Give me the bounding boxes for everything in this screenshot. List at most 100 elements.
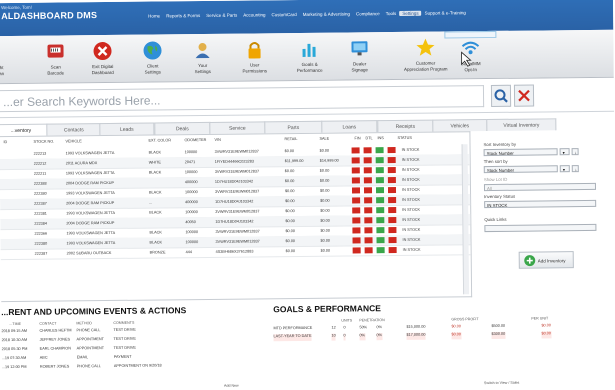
stock-status: IN STOCK (402, 178, 420, 182)
toolbar-button-monitor[interactable]: Dealer Signage (333, 32, 385, 80)
ext-color: BLACK (149, 170, 161, 174)
goals-cell: $0.00 (541, 331, 551, 338)
goals-cell: LAST-YEAR TO DATE (274, 334, 312, 341)
then-direction-select[interactable]: ▾ (560, 165, 570, 172)
column-header: VEHICLE (65, 139, 81, 143)
nav-item-settings[interactable]: Settings (399, 11, 421, 16)
toolbar-button-lock[interactable]: User Permissions (228, 33, 280, 81)
toolbar-button-partial[interactable]: ...ht ...an (0, 36, 19, 83)
tab-virtual-inventory[interactable]: Virtual Inventory (486, 118, 556, 131)
dtl-status (364, 187, 372, 193)
odometer: 100000 (186, 240, 199, 244)
dtl-status (364, 217, 372, 223)
goals-cell: $15,000.00 (406, 325, 425, 332)
toolbar-button-globe[interactable]: Client Settings (126, 34, 178, 82)
ins-status (376, 187, 384, 193)
lot-label: Show Lot ID (484, 177, 507, 182)
quick-links-select[interactable] (484, 224, 596, 232)
event-cell: 2018 10:30 AM (2, 338, 28, 345)
stock-number: 222381 (34, 212, 47, 216)
status-flag (388, 177, 396, 183)
event-cell: 2018 05:30 PM (2, 347, 28, 354)
status-select[interactable]: IN STOCK (484, 200, 596, 208)
stock-number: 222211 (34, 172, 46, 176)
events-column-header: METHOD (76, 321, 92, 325)
search-input[interactable]: ...er Search Keywords Here... (0, 85, 484, 112)
partial-icon (0, 42, 10, 62)
event-cell: APPOINTMENT (77, 337, 105, 344)
tab-leads[interactable]: Leads (99, 123, 154, 136)
stock-status: IN STOCK (402, 188, 420, 192)
exit-icon (92, 41, 112, 61)
nav-item-reports-forms[interactable]: Reports & Forms (163, 13, 203, 18)
nav-item-support-e-training[interactable]: Support & e-Training (422, 10, 469, 15)
tab-contacts[interactable]: Contacts (46, 123, 101, 136)
tab-parts[interactable]: Parts (264, 121, 322, 134)
events-column-header: CONTACT (39, 322, 56, 326)
nav-item-tools[interactable]: Tools (383, 11, 400, 16)
status-flag (388, 237, 396, 243)
nav-item-compliance[interactable]: Compliance (353, 11, 383, 16)
search-button[interactable] (491, 85, 511, 107)
status-flag (388, 207, 396, 213)
column-header: INS (377, 136, 383, 140)
toolbar-button-label: Goals & Performance (284, 62, 336, 74)
nav-item-accounting[interactable]: Accounting (240, 12, 268, 17)
nav-item-customcard[interactable]: CustomCard (268, 12, 299, 17)
tab-deals[interactable]: Deals (154, 122, 210, 135)
retail-price: $0.00 (285, 199, 295, 203)
vin: 3VWRV31E9EWM012837 (215, 169, 259, 173)
toolbar-button-label: Exit Digital Dashboard (77, 64, 129, 76)
toolbar-button-user-settings[interactable]: Your Settings (176, 34, 228, 82)
then-sort-select[interactable]: Stock Number (484, 165, 558, 173)
toolbar-button-barcode-scanner[interactable]: Scan Barcode (29, 35, 81, 83)
fin-status (352, 187, 360, 193)
then-direction-button[interactable]: ↓ (572, 165, 579, 172)
toolbar-button-exit[interactable]: Exit Digital Dashboard (76, 35, 128, 83)
lot-select[interactable]: All (484, 183, 596, 191)
event-cell: ...19 07:30 AM (2, 356, 27, 363)
tab-service[interactable]: Service (209, 121, 265, 134)
toolbar-button-label: ...ht ...an (0, 65, 19, 76)
tab-ventory[interactable]: ...ventory (0, 124, 48, 137)
add-new-link[interactable]: Add New (224, 384, 239, 388)
clear-search-button[interactable] (514, 85, 534, 107)
nav-item-home[interactable]: Home (145, 13, 163, 18)
dtl-status (364, 177, 372, 183)
sort-direction-select[interactable]: ▾ (560, 148, 570, 155)
odometer: 400000 (185, 200, 198, 204)
ins-status (376, 237, 384, 243)
ins-status (377, 247, 385, 253)
toolbar-button-bar-chart[interactable]: Goals & Performance (283, 33, 335, 81)
event-cell: TEST DRIVE (113, 328, 135, 335)
nav-item-marketing-advertising[interactable]: Marketing & Advertising (300, 11, 353, 17)
goals-title: GOALS & PERFORMANCE (273, 303, 381, 314)
tab-receipts[interactable]: Receipts (377, 120, 433, 133)
odometer: 400000 (185, 180, 198, 184)
add-inventory-button[interactable]: Add Inventory (519, 251, 574, 269)
tab-vehicles[interactable]: Vehicles (432, 119, 487, 132)
mouse-cursor-icon (461, 51, 473, 69)
dtl-status (364, 227, 372, 233)
stock-status: IN STOCK (403, 238, 421, 242)
vin: 1FIYED44466C023283 (215, 159, 254, 163)
event-cell: EARL CHAMPION (40, 346, 71, 353)
vehicle: 1993 VOLKSWAGEN JETTA (66, 191, 115, 196)
retail-price: $0.00 (286, 249, 296, 253)
switch-view-link[interactable]: Switch to View / Sales (484, 381, 519, 385)
vin: 3VWRV31E9EWM012837 (216, 239, 260, 243)
sort-direction-button[interactable]: ↓ (572, 148, 579, 155)
sale-price: $0.00 (320, 189, 330, 193)
toolbar-button-wifi[interactable]: SocialMM Opt-In (444, 31, 496, 39)
sort-select[interactable]: Stock Number (484, 148, 558, 156)
stock-number: 222387 (35, 252, 48, 256)
inventory-filter-panel: Sort Inventory by Stock Number ▾ ↓ Then … (480, 135, 606, 296)
inventory-table: IDSTOCK NO.VEHICLEEXT. COLORODOMETERVINR… (0, 131, 472, 302)
vehicle: 1993 VOLKSWAGEN JETTA (67, 241, 116, 246)
retail-price: $11,999.00 (285, 159, 304, 163)
nav-item-service-parts[interactable]: Service & Parts (203, 13, 240, 18)
tab-loans[interactable]: Loans (321, 120, 377, 133)
fin-status (352, 227, 360, 233)
goals-column-header: PER UNIT (531, 316, 548, 320)
ins-status (376, 207, 384, 213)
